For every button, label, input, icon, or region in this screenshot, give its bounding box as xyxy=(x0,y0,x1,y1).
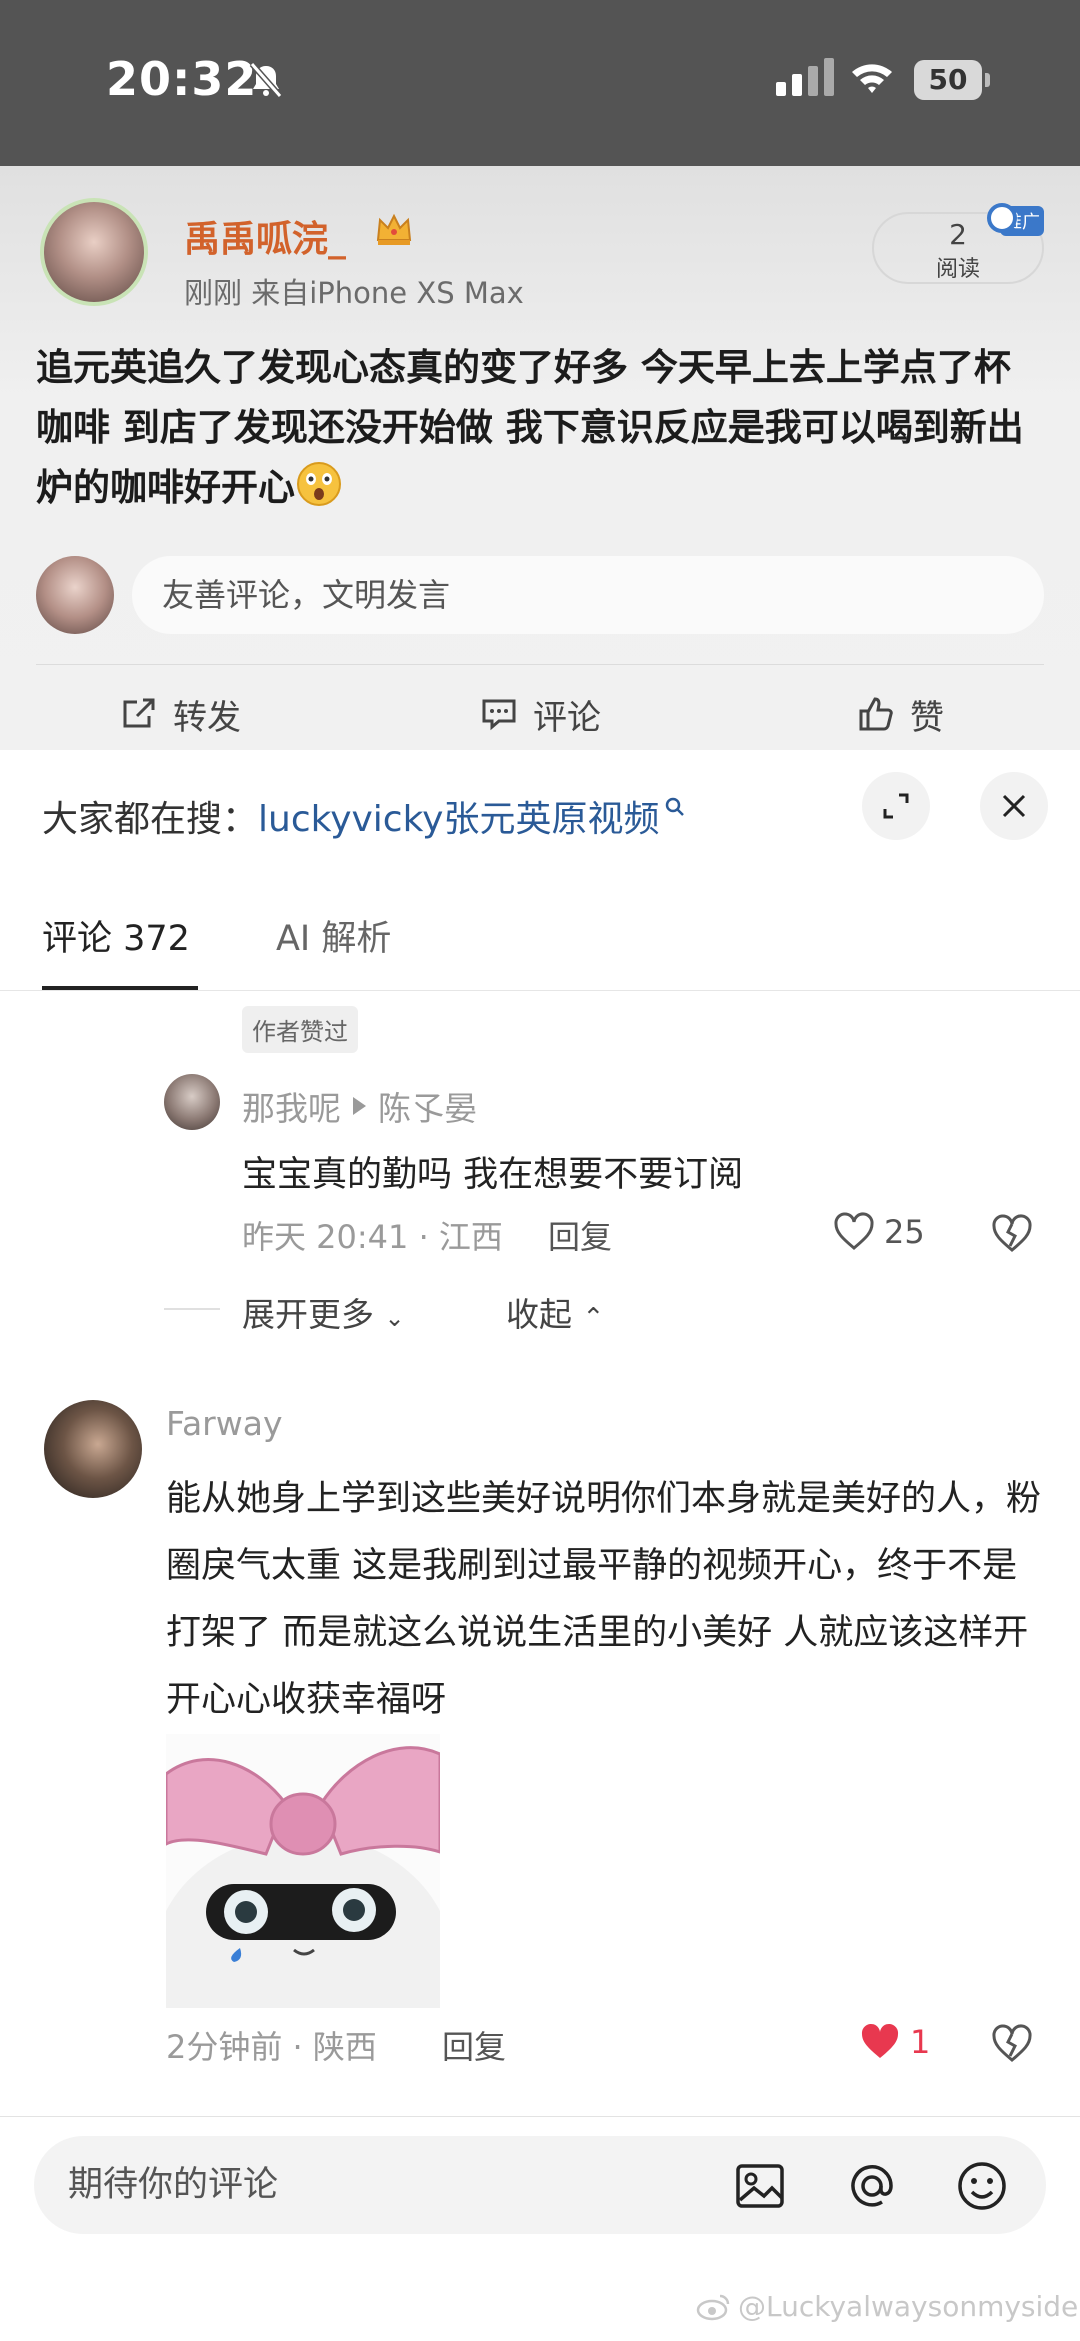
author-liked-badge: 作者赞过 xyxy=(242,1006,358,1053)
heart-outline-icon xyxy=(834,1212,874,1250)
trending-search-keyword[interactable]: luckyvicky张元英原视频 xyxy=(258,799,659,840)
reply-text: 宝宝真的勤吗 我在想要不要订阅 xyxy=(242,1155,744,1195)
promo-badge-icon[interactable]: 推广 xyxy=(984,200,1046,244)
post-text: 追元英追久了发现心态真的变了好多 今天早上去上学点了杯咖啡 到店了发现还没开始做… xyxy=(36,338,1046,518)
status-bar: 20:32 50 xyxy=(0,0,1080,166)
weibo-post: 禹禹呱浣_ 刚刚 来自iPhone XS Max 2 阅读 推广 追元英追久了发… xyxy=(0,166,1080,750)
commenter-name[interactable]: Farway xyxy=(166,1404,282,1443)
sticker-image[interactable] xyxy=(166,1734,440,2008)
heart-filled-icon xyxy=(861,2023,899,2058)
author-username[interactable]: 禹禹呱浣_ xyxy=(184,210,346,262)
reply-arrow-icon xyxy=(353,1097,366,1115)
comment-reply-button[interactable]: 回复 xyxy=(442,2022,506,2068)
shocked-emoji-icon xyxy=(297,462,341,506)
collapse-button[interactable]: 收起 ⌃ xyxy=(506,1288,604,1336)
wifi-icon xyxy=(852,64,892,93)
reply-avatar[interactable] xyxy=(164,1074,220,1130)
divider xyxy=(164,1308,220,1310)
like-button[interactable]: 赞 xyxy=(720,678,1080,750)
comment-icon xyxy=(482,699,516,731)
divider xyxy=(0,2116,1080,2117)
comment-tabs: 评论 372 AI 解析 xyxy=(42,910,391,991)
author-avatar[interactable] xyxy=(40,198,148,306)
post-comment-input[interactable]: 友善评论，文明发言 xyxy=(132,556,1044,634)
reply-like-count: 25 xyxy=(884,1213,925,1251)
reply-to-name[interactable]: 陈孓晏 xyxy=(378,1082,477,1130)
close-button[interactable] xyxy=(980,772,1048,840)
image-icon[interactable] xyxy=(732,2158,788,2214)
repost-label: 转发 xyxy=(173,697,241,738)
comment-like-count: 1 xyxy=(910,2023,931,2061)
bell-off-icon xyxy=(249,62,283,98)
tab-ai-analysis[interactable]: AI 解析 xyxy=(276,910,391,991)
collapse-label: 收起 xyxy=(506,1295,572,1334)
expand-more-button[interactable]: 展开更多 ⌄ xyxy=(242,1288,405,1336)
reply-header: 那我呢 陈孓晏 xyxy=(242,1082,477,1130)
reply-like-button[interactable]: 25 xyxy=(832,1210,925,1254)
broken-heart-icon[interactable] xyxy=(990,1212,1034,1256)
expand-button[interactable] xyxy=(862,772,930,840)
comment-meta: 2分钟前 · 陕西 xyxy=(166,2028,377,2066)
comments-sheet: 大家都在搜：luckyvicky张元英原视频 评论 372 AI 解析 作者赞过… xyxy=(0,750,1080,2341)
broken-heart-icon[interactable] xyxy=(990,2022,1034,2066)
repost-icon xyxy=(123,698,155,728)
comment-button[interactable]: 评论 xyxy=(360,678,720,750)
at-mention-icon[interactable] xyxy=(844,2158,900,2214)
divider xyxy=(36,664,1044,665)
chevron-up-icon: ⌃ xyxy=(582,1303,605,1333)
commenter-avatar[interactable] xyxy=(44,1400,142,1498)
divider xyxy=(0,990,1080,991)
comment-like-button[interactable]: 1 xyxy=(858,2020,930,2064)
weibo-watermark: @Luckyalwaysonmyside xyxy=(696,2290,1078,2323)
trending-search[interactable]: 大家都在搜：luckyvicky张元英原视频 xyxy=(42,790,687,842)
expand-icon xyxy=(883,793,909,819)
read-label: 阅读 xyxy=(935,257,980,282)
post-actions: 转发 评论 赞 xyxy=(0,678,1080,750)
close-icon xyxy=(1002,794,1026,818)
thumbs-up-icon xyxy=(859,697,893,731)
reply-meta: 昨天 20:41 · 江西 xyxy=(242,1218,503,1256)
weibo-logo-icon xyxy=(696,2294,730,2320)
my-avatar xyxy=(36,556,114,634)
like-label: 赞 xyxy=(910,697,944,738)
comment-input-bar[interactable]: 期待你的评论 xyxy=(34,2136,1046,2234)
repost-button[interactable]: 转发 xyxy=(0,678,360,750)
crown-icon xyxy=(376,213,412,245)
trending-search-prefix: 大家都在搜： xyxy=(42,799,259,840)
post-text-content: 追元英追久了发现心态真的变了好多 今天早上去上学点了杯咖啡 到店了发现还没开始做… xyxy=(36,346,1024,509)
chevron-down-icon: ⌄ xyxy=(384,1304,405,1332)
battery-indicator: 50 xyxy=(914,60,990,100)
comment-label: 评论 xyxy=(533,697,601,738)
expand-more-label: 展开更多 xyxy=(242,1295,374,1334)
reply-reply-button[interactable]: 回复 xyxy=(548,1212,612,1258)
post-meta: 刚刚 来自iPhone XS Max xyxy=(184,276,524,310)
signal-icon xyxy=(776,56,834,96)
watermark-text: @Luckyalwaysonmyside xyxy=(738,2290,1079,2323)
emoji-icon[interactable] xyxy=(954,2158,1010,2214)
status-time: 20:32 xyxy=(106,52,258,106)
comment-text: 能从她身上学到这些美好说明你们本身就是美好的人，粉圈戾气太重 这是我刷到过最平静… xyxy=(166,1479,1042,1720)
search-icon xyxy=(666,797,685,816)
reply-from-name[interactable]: 那我呢 xyxy=(242,1082,341,1130)
comment-input-placeholder: 期待你的评论 xyxy=(68,2165,279,2205)
tab-comments[interactable]: 评论 372 xyxy=(42,910,198,991)
